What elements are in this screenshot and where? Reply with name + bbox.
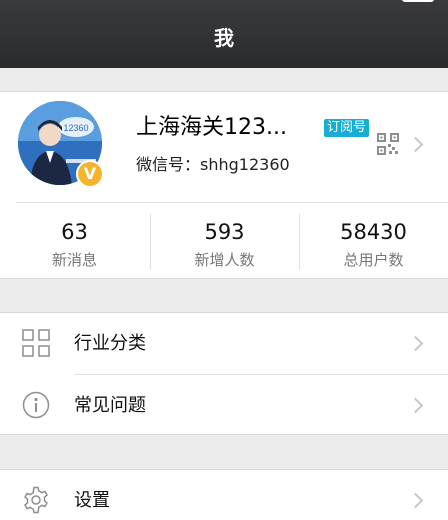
stat-label: 总用户数 xyxy=(343,251,404,269)
stat-new-messages[interactable]: 63 新消息 xyxy=(0,203,149,280)
verified-badge: V xyxy=(76,160,104,188)
stat-value: 593 xyxy=(204,220,245,244)
avatar-logo-text: 12360 xyxy=(63,123,88,133)
navigation-bar: 我 xyxy=(0,0,448,68)
menu-item-faq[interactable]: 常见问题 xyxy=(0,375,448,436)
menu-group: 行业分类 常见问题 xyxy=(0,312,448,435)
menu-item-settings[interactable]: 设置 xyxy=(0,470,448,520)
account-name: 上海海关123... xyxy=(136,115,287,140)
stat-value: 58430 xyxy=(340,220,407,244)
gear-icon xyxy=(22,486,50,518)
menu-item-label: 设置 xyxy=(74,490,110,511)
stat-value: 63 xyxy=(61,220,88,244)
wechat-id: 微信号：shhg12360 xyxy=(136,155,290,174)
battery-icon xyxy=(402,0,434,2)
stat-total-users[interactable]: 58430 总用户数 xyxy=(299,203,448,280)
subscription-badge: 订阅号 xyxy=(324,119,370,137)
page-title: 我 xyxy=(214,26,234,50)
menu-item-industry-category[interactable]: 行业分类 xyxy=(0,313,448,375)
stat-label: 新增人数 xyxy=(194,251,255,269)
stat-new-followers[interactable]: 593 新增人数 xyxy=(150,203,299,280)
chevron-right-icon xyxy=(407,335,424,352)
chevron-right-icon xyxy=(407,492,424,509)
info-icon xyxy=(22,391,50,423)
menu-item-label: 行业分类 xyxy=(74,333,146,354)
chevron-right-icon xyxy=(407,136,424,153)
chevron-right-icon xyxy=(407,397,424,414)
stat-label: 新消息 xyxy=(51,251,97,269)
grid-icon xyxy=(22,329,50,361)
profile-card[interactable]: 12360 V 上海海关123... 订阅号 微信号：shhg12360 63 … xyxy=(0,91,448,279)
qr-code-icon[interactable] xyxy=(377,133,399,159)
menu-item-label: 常见问题 xyxy=(74,395,146,416)
menu-group: 设置 xyxy=(0,469,448,520)
